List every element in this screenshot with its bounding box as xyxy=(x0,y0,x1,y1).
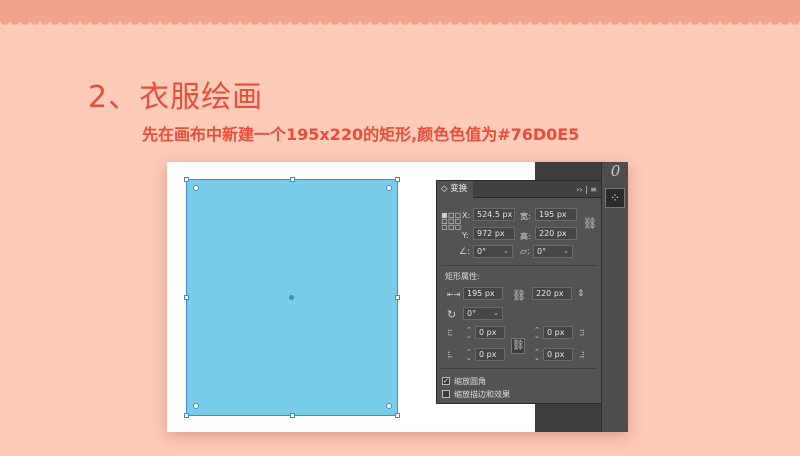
corner-bl-icon: ⠧ xyxy=(447,351,453,360)
corner-radius-widget-br[interactable] xyxy=(386,403,392,409)
shear-dropdown-icon[interactable]: ⌄ xyxy=(563,247,569,255)
rect-link-icon[interactable]: ⛓ xyxy=(512,289,526,302)
resize-handle-tr[interactable] xyxy=(395,177,400,182)
corner-tr-stepper-icon[interactable]: ⌃ ⌄ xyxy=(534,327,540,340)
height-input[interactable]: 220 px xyxy=(535,227,577,240)
rect-width-icon: ⇤⇥ xyxy=(447,290,461,299)
width-label: 宽: xyxy=(520,212,531,221)
x-input[interactable]: 524.5 px xyxy=(473,208,515,221)
angle-dropdown-icon[interactable]: ⌄ xyxy=(503,247,509,255)
reference-point-icon[interactable]: ▪▫▫ ▫▫▫ ▫▫▫ xyxy=(441,211,461,233)
rect-height-icon: ⇕ xyxy=(577,289,585,299)
rotate-dropdown-icon[interactable]: ⌄ xyxy=(493,309,499,317)
section-heading: 2、衣服绘画 xyxy=(88,80,264,115)
rect-height-input[interactable]: 220 px xyxy=(532,287,572,300)
transform-panel: ◇ 变换 ›› | ≡ ▪▫▫ ▫▫▫ ▫▫▫ X: 524.5 px 宽: 195… xyxy=(436,180,602,404)
scale-strokes-label: 缩放描边和效果 xyxy=(454,390,510,399)
toolstrip-glyph: 0 xyxy=(610,162,621,180)
y-label: Y: xyxy=(462,231,469,240)
resize-handle-mr[interactable] xyxy=(395,295,400,300)
resize-handle-ml[interactable] xyxy=(184,295,189,300)
right-toolstrip: 0 ⁘ xyxy=(601,162,628,432)
corner-radius-widget-bl[interactable] xyxy=(193,403,199,409)
angle-icon: ∠: xyxy=(459,247,471,257)
resize-handle-tm[interactable] xyxy=(290,177,295,182)
constrain-proportions-icon[interactable]: ⛓ xyxy=(583,217,597,230)
corner-br-input[interactable]: 0 px xyxy=(543,348,573,361)
corner-br-stepper-icon[interactable]: ⌃ ⌄ xyxy=(534,349,540,362)
resize-handle-tl[interactable] xyxy=(184,177,189,182)
height-label: 高: xyxy=(520,232,531,241)
resize-handle-bl[interactable] xyxy=(184,413,189,418)
rect-width-input[interactable]: 195 px xyxy=(463,287,503,300)
shear-icon: ▱: xyxy=(520,247,530,257)
grid-icon[interactable]: ⁘ xyxy=(605,188,625,208)
rotate-icon: ↻ xyxy=(447,308,457,321)
divider xyxy=(441,368,597,369)
section-subheading: 先在画布中新建一个195x220的矩形,颜色色值为#76D0E5 xyxy=(142,125,580,144)
panel-menu-icon[interactable]: ›› | ≡ xyxy=(576,181,597,198)
scale-corners-label: 缩放圆角 xyxy=(454,377,486,386)
corner-bl-input[interactable]: 0 px xyxy=(475,348,505,361)
corner-tr-input[interactable]: 0 px xyxy=(543,326,573,339)
y-input[interactable]: 972 px xyxy=(473,227,515,240)
scallop-border xyxy=(0,20,800,30)
corner-radius-widget-tr[interactable] xyxy=(386,185,392,191)
divider xyxy=(441,265,597,266)
corner-tl-input[interactable]: 0 px xyxy=(475,326,505,339)
x-label: X: xyxy=(462,211,471,220)
corner-link-icon[interactable]: ⛓ xyxy=(511,338,525,354)
corner-tl-icon: ⠯ xyxy=(447,329,453,338)
corner-tl-stepper-icon[interactable]: ⌃ ⌄ xyxy=(466,327,472,340)
width-input[interactable]: 195 px xyxy=(535,208,577,221)
panel-tabbar: ◇ 变换 ›› | ≡ xyxy=(437,181,601,198)
tab-transform[interactable]: ◇ 变换 xyxy=(437,181,473,198)
rect-props-label: 矩形属性: xyxy=(445,272,480,281)
center-point xyxy=(289,295,294,300)
resize-handle-bm[interactable] xyxy=(290,413,295,418)
top-decor-band xyxy=(0,0,800,22)
corner-radius-widget-tl[interactable] xyxy=(193,185,199,191)
scale-strokes-checkbox[interactable] xyxy=(442,390,450,398)
software-screenshot: 0 ⁘ ◇ 变换 ›› | ≡ ▪▫▫ ▫▫▫ ▫▫▫ X: 524.5 px 宽:… xyxy=(167,162,628,432)
corner-tr-icon: ⠽ xyxy=(579,329,585,338)
resize-handle-br[interactable] xyxy=(395,413,400,418)
corner-bl-stepper-icon[interactable]: ⌃ ⌄ xyxy=(466,349,472,362)
corner-br-icon: ⠼ xyxy=(579,351,585,360)
scale-corners-checkbox[interactable]: ✓ xyxy=(442,377,450,385)
